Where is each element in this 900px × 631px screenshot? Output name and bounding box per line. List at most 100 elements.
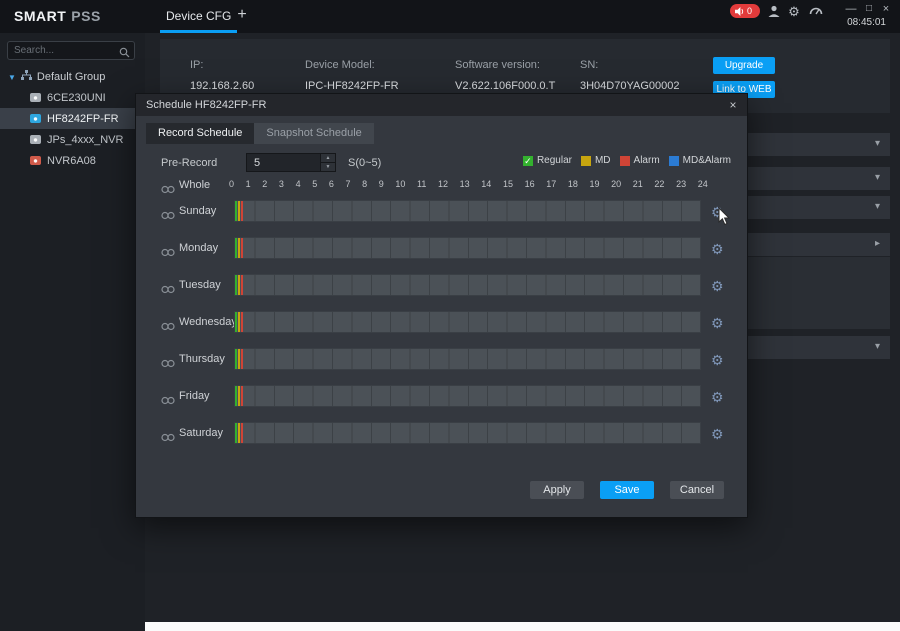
row-settings-gear-icon[interactable]: ⚙ xyxy=(711,352,724,368)
apply-button[interactable]: Apply xyxy=(530,481,584,499)
row-settings-gear-icon[interactable]: ⚙ xyxy=(711,389,724,405)
link-icon[interactable] xyxy=(161,429,175,447)
info-sn: SN: 3H04D70YAG00002 xyxy=(580,59,679,92)
link-icon[interactable] xyxy=(161,244,175,262)
timeline-bar-friday[interactable] xyxy=(234,385,701,407)
tab-snapshot-schedule[interactable]: Snapshot Schedule xyxy=(254,123,373,144)
day-label: Tuesday xyxy=(179,279,221,291)
sidebar-device-nvr6a08[interactable]: NVR6A08 xyxy=(0,150,145,171)
link-icon[interactable] xyxy=(161,355,175,373)
pre-record-input[interactable] xyxy=(247,154,319,171)
legend-item-alarm: Alarm xyxy=(620,155,660,166)
pre-record-field[interactable]: ▲ ▼ xyxy=(246,153,336,172)
app-logo: SMARTPSS xyxy=(14,8,101,24)
legend-item-regular: ✓ Regular xyxy=(523,155,572,166)
schedule-segment xyxy=(241,423,243,443)
dialog-close-button[interactable]: × xyxy=(726,94,740,116)
device-label: 6CE230UNI xyxy=(47,92,106,104)
device-label: JPs_4xxx_NVR xyxy=(47,134,123,146)
hour-tick-label: 20 xyxy=(611,179,621,189)
hour-tick-label: 7 xyxy=(345,179,350,189)
camera-icon xyxy=(30,135,41,144)
tab-device-cfg[interactable]: Device CFG xyxy=(160,0,237,33)
legend-swatch xyxy=(669,156,679,166)
tab-record-schedule[interactable]: Record Schedule xyxy=(146,123,254,144)
hour-tick-label: 22 xyxy=(654,179,664,189)
timeline-bar-monday[interactable] xyxy=(234,237,701,259)
link-icon[interactable] xyxy=(161,392,175,410)
app-window: SMARTPSS Device CFG + 0 ⚙ — □ × 08:45:01 xyxy=(0,0,900,631)
day-label: Sunday xyxy=(179,205,216,217)
timeline-bar-tuesday[interactable] xyxy=(234,274,701,296)
ip-label: IP: xyxy=(190,59,254,71)
hour-tick-label: 16 xyxy=(525,179,535,189)
tree-expand-icon[interactable]: ▼ xyxy=(8,73,16,82)
add-tab-button[interactable]: + xyxy=(233,6,251,24)
sidebar-device-jps_4xxx_nvr[interactable]: JPs_4xxx_NVR xyxy=(0,129,145,150)
ip-value: 192.168.2.60 xyxy=(190,80,254,92)
chevron-down-icon: ▾ xyxy=(875,172,880,183)
user-icon[interactable] xyxy=(766,4,782,20)
link-icon[interactable] xyxy=(161,281,175,299)
software-label: Software version: xyxy=(455,59,555,71)
day-label: Friday xyxy=(179,390,210,402)
stepper-down-icon[interactable]: ▼ xyxy=(321,163,335,171)
schedule-segment xyxy=(238,201,240,221)
info-ip: IP: 192.168.2.60 xyxy=(190,59,254,92)
cancel-button[interactable]: Cancel xyxy=(670,481,724,499)
minimize-button[interactable]: — xyxy=(844,3,858,15)
sidebar-group-default[interactable]: ▼ Default Group xyxy=(0,67,145,87)
speaker-icon xyxy=(735,7,744,16)
schedule-row-tuesday: Tuesday ⚙ xyxy=(136,268,747,305)
row-settings-gear-icon[interactable]: ⚙ xyxy=(711,315,724,331)
schedule-legend: ✓RegularMDAlarmMD&Alarm xyxy=(523,155,731,166)
day-rows: Sunday⚙Monday⚙Tuesday⚙Wednesday⚙Thursday… xyxy=(136,194,747,453)
day-label: Monday xyxy=(179,242,218,254)
schedule-row-sunday: Sunday⚙ xyxy=(136,194,747,231)
search-input[interactable] xyxy=(14,43,114,58)
sidebar-device-6ce230uni[interactable]: 6CE230UNI xyxy=(0,87,145,108)
maximize-button[interactable]: □ xyxy=(862,3,876,14)
legend-checkbox[interactable]: ✓ xyxy=(523,156,533,166)
timeline-bar-saturday[interactable] xyxy=(234,422,701,444)
settings-gear-icon[interactable]: ⚙ xyxy=(786,4,802,20)
timeline-bar-wednesday[interactable] xyxy=(234,311,701,333)
hour-tick-label: 5 xyxy=(312,179,317,189)
schedule-segment xyxy=(238,423,240,443)
tab-device-cfg-label: Device CFG xyxy=(166,9,231,23)
stepper-up-icon[interactable]: ▲ xyxy=(321,154,335,163)
model-label: Device Model: xyxy=(305,59,399,71)
link-icon[interactable] xyxy=(161,318,175,336)
legend-item-md: MD xyxy=(581,155,611,166)
hour-tick-label: 2 xyxy=(262,179,267,189)
brand-pss: PSS xyxy=(71,8,101,24)
alarm-badge[interactable]: 0 xyxy=(730,4,760,18)
hour-tick-label: 19 xyxy=(590,179,600,189)
dialog-title-bar[interactable]: Schedule HF8242FP-FR × xyxy=(136,94,747,116)
timeline-bar-thursday[interactable] xyxy=(234,348,701,370)
row-settings-gear-icon[interactable]: ⚙ xyxy=(711,241,724,257)
legend-label: Regular xyxy=(537,155,572,166)
bottom-strip xyxy=(145,622,900,631)
close-window-button[interactable]: × xyxy=(879,3,893,15)
search-box[interactable] xyxy=(7,41,135,60)
upgrade-button[interactable]: Upgrade xyxy=(713,57,775,74)
schedule-tabs: Record Schedule Snapshot Schedule xyxy=(146,123,374,144)
schedule-row-monday: Monday ⚙ xyxy=(136,231,747,268)
row-settings-gear-icon[interactable]: ⚙ xyxy=(711,278,724,294)
schedule-segment xyxy=(235,275,237,295)
dashboard-gauge-icon[interactable] xyxy=(808,4,824,20)
schedule-segment xyxy=(241,201,243,221)
hours-ruler: 0123456789101112131415161718192021222324 xyxy=(229,179,708,189)
software-value: V2.622.106F000.0.T xyxy=(455,80,555,92)
day-label: Saturday xyxy=(179,427,223,439)
row-settings-gear-icon[interactable]: ⚙ xyxy=(711,426,724,442)
search-icon xyxy=(119,45,130,63)
hour-tick-label: 6 xyxy=(329,179,334,189)
save-button[interactable]: Save xyxy=(600,481,654,499)
sidebar-device-hf8242fp-fr[interactable]: HF8242FP-FR xyxy=(0,108,145,129)
hour-tick-label: 4 xyxy=(296,179,301,189)
link-icon[interactable] xyxy=(161,207,175,225)
schedule-segment xyxy=(235,312,237,332)
timeline-bar-sunday[interactable] xyxy=(234,200,701,222)
